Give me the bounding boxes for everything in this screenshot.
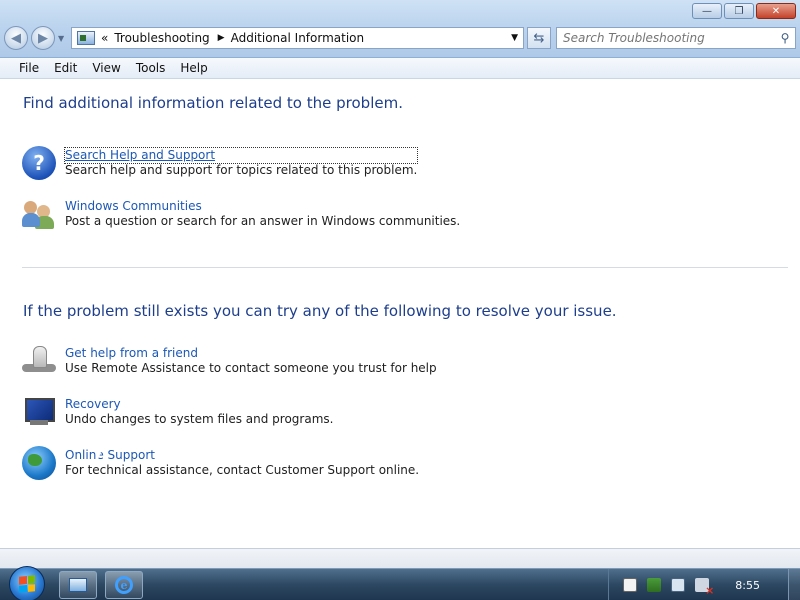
search-help-support-description: Search help and support for topics relat… — [65, 163, 418, 177]
internet-explorer-icon: e — [115, 576, 133, 594]
list-item-online-support[interactable]: Online Support For technical assistance,… — [22, 446, 419, 480]
get-help-from-friend-link[interactable]: Get help from a friend — [65, 346, 437, 361]
windows-communities-description: Post a question or search for an answer … — [65, 214, 461, 228]
menu-edit[interactable]: Edit — [54, 61, 77, 75]
window-controls: — ❐ ✕ — [692, 3, 796, 19]
refresh-icon: ⇆ — [533, 30, 545, 46]
online-support-description: For technical assistance, contact Custom… — [65, 463, 420, 477]
refresh-button[interactable]: ⇆ — [527, 27, 551, 49]
windows-logo-icon — [19, 575, 35, 593]
get-help-from-friend-description: Use Remote Assistance to contact someone… — [65, 361, 437, 375]
action-center-flag-icon[interactable] — [647, 578, 662, 592]
start-button[interactable] — [9, 566, 45, 600]
volume-muted-icon[interactable] — [695, 578, 714, 597]
section-heading-additional-info: Find additional information related to t… — [23, 94, 403, 112]
recent-pages-dropdown[interactable]: ▼ — [58, 34, 64, 43]
taskbar-control-panel[interactable] — [59, 571, 97, 599]
search-input[interactable] — [563, 31, 775, 45]
people-icon — [22, 197, 56, 231]
taskbar: e 8:55 — [0, 566, 800, 600]
control-panel-icon — [69, 578, 87, 592]
show-desktop-button[interactable] — [788, 569, 800, 600]
forward-button[interactable]: ▶ — [31, 26, 55, 50]
recovery-description: Undo changes to system files and program… — [65, 412, 334, 426]
list-item-recovery[interactable]: Recovery Undo changes to system files an… — [22, 395, 333, 429]
breadcrumb-additional-information[interactable]: Additional Information — [231, 31, 365, 45]
section-heading-resolve-issue: If the problem still exists you can try … — [23, 302, 617, 320]
close-button[interactable]: ✕ — [756, 3, 796, 19]
main-content: Find additional information related to t… — [0, 80, 800, 548]
recovery-icon — [22, 395, 56, 429]
network-icon[interactable] — [671, 578, 686, 592]
address-overflow-chevron[interactable]: « — [101, 31, 108, 45]
document-icon[interactable] — [623, 578, 638, 592]
globe-icon — [22, 446, 56, 480]
window-titlebar: — ❐ ✕ ◀ ▶ ▼ « Troubleshooting ▶ Addition… — [0, 0, 800, 58]
window-status-bar — [0, 548, 800, 568]
section-divider — [22, 267, 788, 268]
clock[interactable]: 8:55 — [735, 579, 760, 592]
forward-arrow-icon: ▶ — [38, 30, 48, 46]
recovery-link[interactable]: Recovery — [65, 397, 333, 412]
list-item-search-help[interactable]: ? Search Help and Support Search help an… — [22, 146, 419, 180]
system-tray: 8:55 — [608, 569, 800, 600]
menu-view[interactable]: View — [92, 61, 120, 75]
menu-help[interactable]: Help — [180, 61, 207, 75]
maximize-button[interactable]: ❐ — [724, 3, 754, 19]
breadcrumb-separator-icon[interactable]: ▶ — [218, 33, 225, 43]
control-panel-icon — [77, 31, 95, 45]
search-help-support-link[interactable]: Search Help and Support — [63, 147, 419, 164]
back-button[interactable]: ◀ — [4, 26, 28, 50]
breadcrumb-troubleshooting[interactable]: Troubleshooting — [114, 31, 209, 45]
list-item-help-from-friend[interactable]: Get help from a friend Use Remote Assist… — [22, 344, 437, 378]
address-bar[interactable]: « Troubleshooting ▶ Additional Informati… — [71, 27, 524, 49]
help-icon: ? — [22, 146, 56, 180]
menu-file[interactable]: File — [19, 61, 39, 75]
remote-assistance-icon — [22, 344, 56, 378]
taskbar-internet-explorer[interactable]: e — [105, 571, 143, 599]
minimize-button[interactable]: — — [692, 3, 722, 19]
mouse-cursor-icon — [96, 446, 104, 463]
search-icon[interactable]: ⚲ — [775, 31, 795, 45]
list-item-windows-communities[interactable]: Windows Communities Post a question or s… — [22, 197, 460, 231]
search-box[interactable]: ⚲ — [556, 27, 796, 49]
windows-communities-link[interactable]: Windows Communities — [65, 199, 460, 214]
online-support-link[interactable]: Online Support — [65, 448, 419, 463]
menu-tools[interactable]: Tools — [136, 61, 166, 75]
menu-bar: File Edit View Tools Help — [0, 58, 800, 79]
back-arrow-icon: ◀ — [11, 30, 21, 46]
address-dropdown-icon[interactable]: ▼ — [511, 33, 518, 43]
